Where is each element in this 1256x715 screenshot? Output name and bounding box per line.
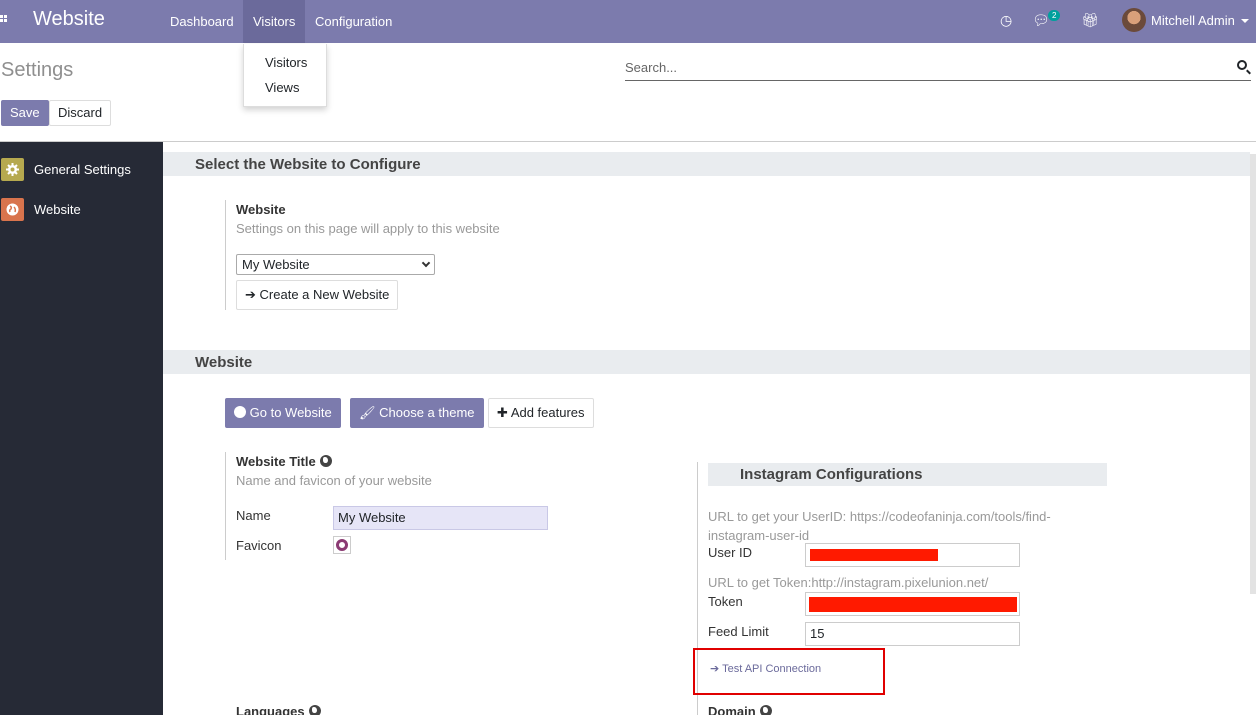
feed-limit-label: Feed Limit bbox=[708, 624, 769, 639]
go-to-website-label: Go to Website bbox=[249, 405, 332, 420]
section-title: Website bbox=[195, 354, 253, 371]
section-title: Select the Website to Configure bbox=[195, 156, 421, 173]
domain-text: Domain bbox=[708, 704, 756, 715]
token-help: URL to get Token:http://instagram.pixelu… bbox=[708, 575, 989, 590]
odoo-logo-icon bbox=[336, 539, 348, 551]
search-placeholder: Search... bbox=[625, 60, 678, 75]
redaction-mark bbox=[809, 597, 1017, 612]
languages-text: Languages bbox=[236, 704, 305, 715]
languages-label: Languages bbox=[236, 704, 321, 715]
divider bbox=[225, 452, 226, 560]
website-field-label: Website bbox=[236, 202, 286, 217]
go-to-website-button[interactable]: Go to Website bbox=[225, 398, 341, 428]
feed-limit-input[interactable]: 15 bbox=[805, 622, 1020, 646]
gear-icon bbox=[1, 158, 24, 181]
userid-label: User ID bbox=[708, 545, 753, 560]
visitors-dropdown: Visitors Views bbox=[243, 44, 327, 107]
create-website-label: Create a New Website bbox=[259, 287, 390, 302]
scrollbar[interactable] bbox=[1250, 154, 1256, 594]
gift-icon[interactable]: 🎁︎ bbox=[1081, 12, 1099, 29]
globe-icon bbox=[234, 406, 246, 418]
menu-visitors[interactable]: Visitors bbox=[243, 0, 306, 43]
token-label: Token bbox=[708, 594, 743, 609]
clock-icon[interactable]: ◷ bbox=[1000, 12, 1012, 29]
arrow-right-icon: ➔ bbox=[710, 663, 720, 675]
name-input[interactable]: My Website bbox=[333, 506, 548, 530]
add-features-label: Add features bbox=[510, 405, 585, 420]
name-label: Name bbox=[236, 508, 271, 523]
globe-icon bbox=[759, 705, 772, 715]
userid-help: URL to get your UserID: https://codeofan… bbox=[708, 509, 1051, 543]
section-header-select-website: Select the Website to Configure bbox=[163, 152, 1250, 176]
app-title: Website bbox=[33, 8, 105, 30]
create-website-button[interactable]: ➔ Create a New Website bbox=[236, 280, 399, 310]
page-title: Settings bbox=[1, 59, 74, 81]
menu-dashboard[interactable]: Dashboard bbox=[160, 0, 244, 43]
avatar[interactable] bbox=[1122, 8, 1146, 32]
website-title-label: Website Title bbox=[236, 454, 332, 469]
chevron-down-icon bbox=[421, 258, 431, 268]
section-header-website: Website bbox=[163, 350, 1250, 374]
instagram-title: Instagram Configurations bbox=[740, 466, 923, 483]
chevron-down-icon[interactable] bbox=[1241, 19, 1249, 23]
favicon-image[interactable] bbox=[333, 536, 351, 554]
divider bbox=[225, 200, 226, 310]
test-api-label: Test API Connection bbox=[722, 663, 822, 675]
paintbrush-icon: 🖌︎ bbox=[359, 405, 376, 420]
dropdown-item-visitors[interactable]: Visitors bbox=[265, 55, 307, 70]
globe-icon bbox=[308, 705, 321, 715]
globe-icon bbox=[319, 455, 332, 467]
top-navbar: Website Dashboard Visitors Configuration… bbox=[0, 0, 1256, 43]
sidebar-item-general-settings[interactable]: General Settings bbox=[0, 158, 163, 198]
website-select[interactable]: My Website bbox=[236, 254, 435, 275]
chat-badge: 2 bbox=[1048, 10, 1061, 21]
sidebar-item-website[interactable]: Website bbox=[0, 198, 163, 238]
sidebar-item-label: Website bbox=[34, 202, 81, 217]
add-features-button[interactable]: ✚ Add features bbox=[488, 398, 594, 428]
redaction-mark bbox=[810, 549, 938, 561]
discard-button[interactable]: Discard bbox=[49, 100, 112, 126]
favicon-label: Favicon bbox=[236, 538, 282, 553]
website-title-text: Website Title bbox=[236, 454, 316, 469]
test-api-link[interactable]: ➔ Test API Connection bbox=[710, 662, 821, 675]
plus-icon: ✚ bbox=[497, 405, 508, 420]
settings-content: Select the Website to Configure Website … bbox=[163, 142, 1256, 715]
user-name[interactable]: Mitchell Admin bbox=[1151, 13, 1235, 28]
instagram-header: Instagram Configurations bbox=[708, 463, 1107, 486]
choose-theme-button[interactable]: 🖌︎ Choose a theme bbox=[350, 398, 484, 428]
website-field-help: Settings on this page will apply to this… bbox=[236, 221, 500, 236]
arrow-right-icon: ➔ bbox=[245, 287, 256, 302]
control-panel: Settings Search... Save Discard bbox=[0, 44, 1256, 142]
domain-label: Domain bbox=[708, 704, 772, 715]
website-title-help: Name and favicon of your website bbox=[236, 473, 432, 488]
sidebar-item-label: General Settings bbox=[34, 162, 131, 177]
choose-theme-label: Choose a theme bbox=[379, 405, 475, 420]
userid-input[interactable] bbox=[805, 543, 1020, 567]
apps-menu-icon[interactable] bbox=[0, 15, 8, 25]
settings-sidebar: General Settings Website bbox=[0, 142, 163, 715]
save-button[interactable]: Save bbox=[1, 100, 49, 126]
search-icon[interactable] bbox=[1237, 60, 1247, 70]
dropdown-item-views[interactable]: Views bbox=[265, 80, 299, 95]
menu-configuration[interactable]: Configuration bbox=[305, 0, 402, 43]
token-input[interactable] bbox=[805, 592, 1020, 616]
website-select-value: My Website bbox=[242, 257, 310, 272]
search-input[interactable]: Search... bbox=[625, 59, 1251, 81]
globe-icon bbox=[1, 198, 24, 221]
